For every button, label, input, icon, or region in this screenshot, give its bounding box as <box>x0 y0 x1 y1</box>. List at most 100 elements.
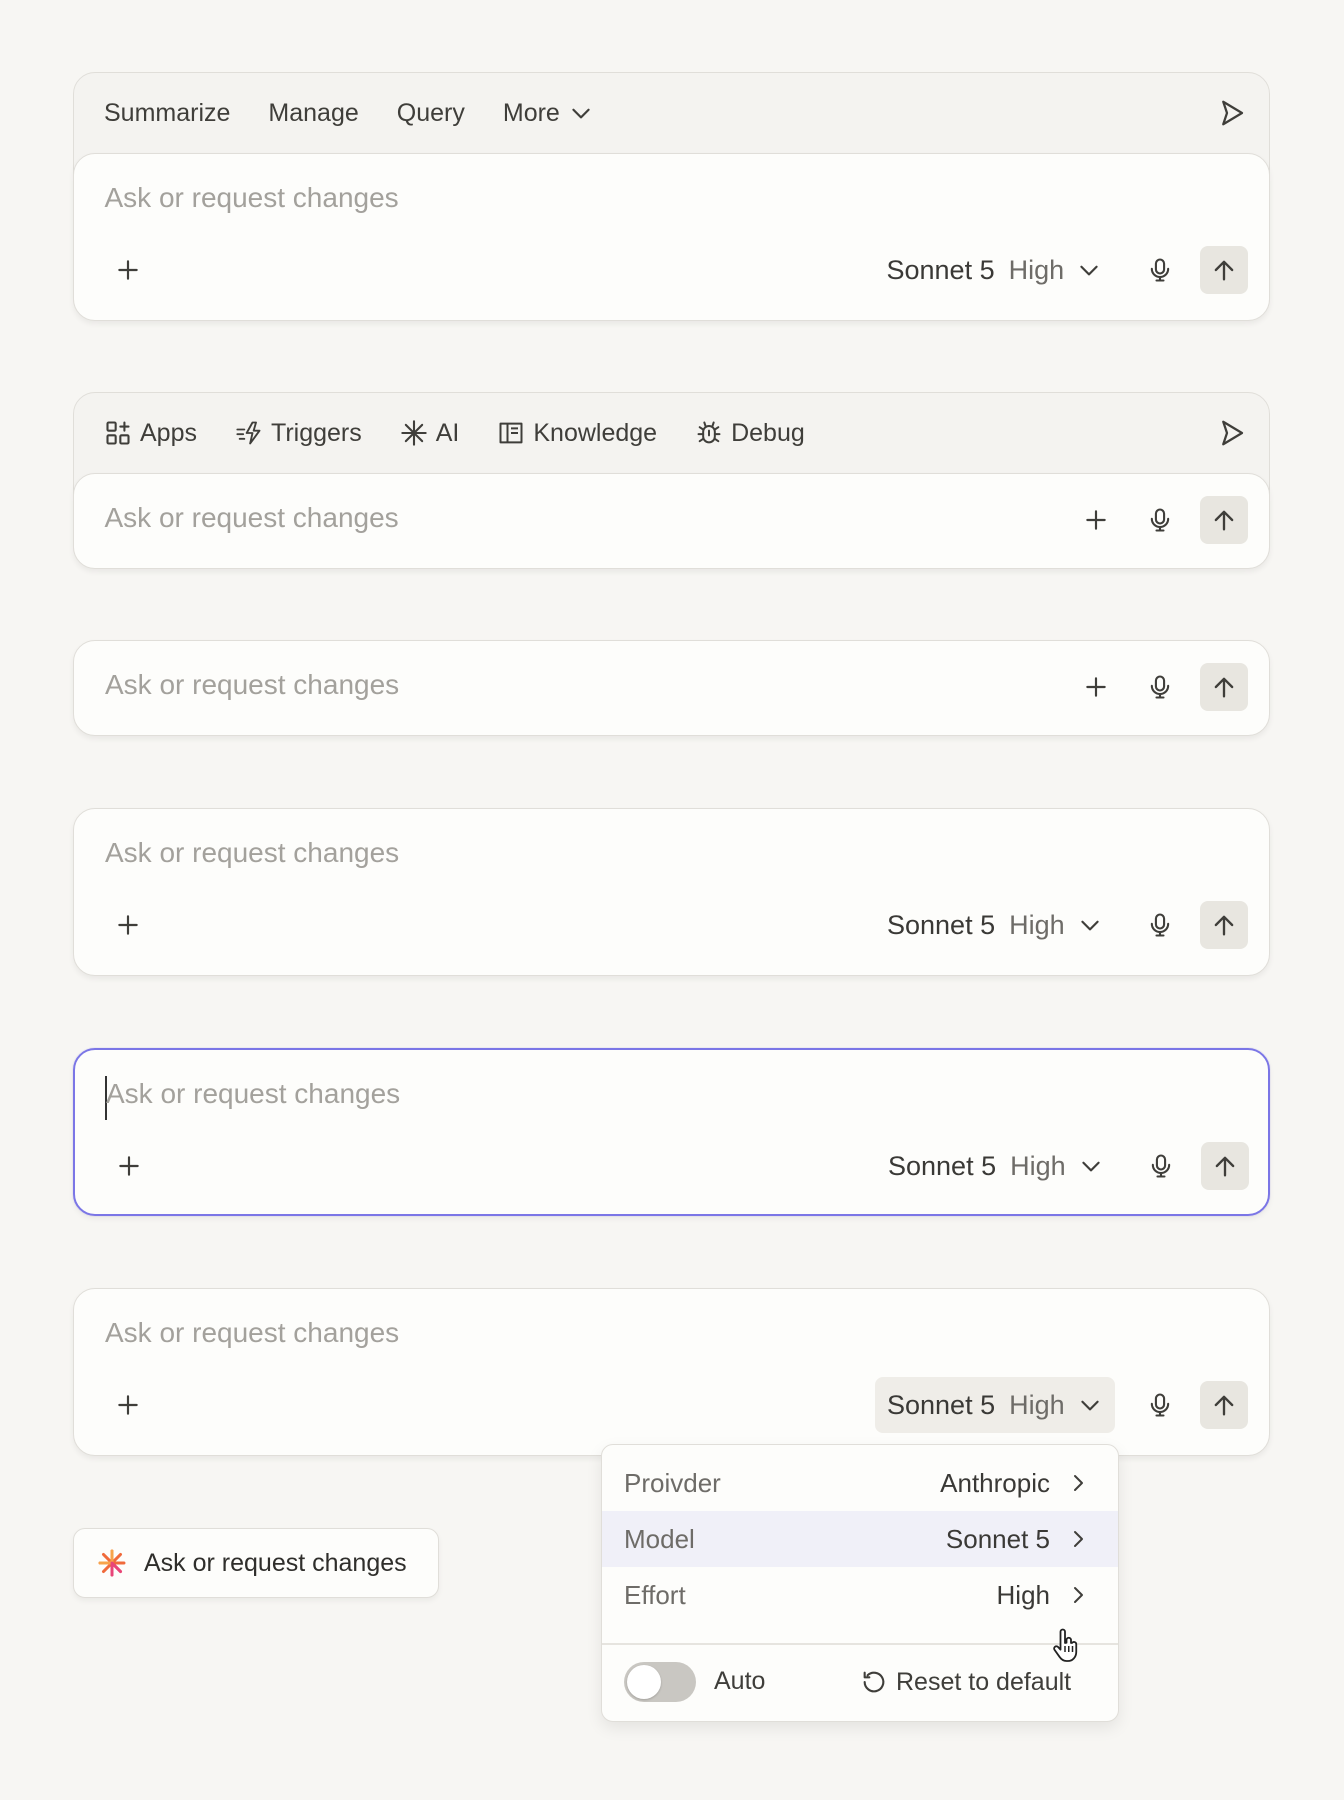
send-button[interactable] <box>1200 1381 1248 1429</box>
actions-toolbar: Summarize Manage Query More <box>104 73 640 153</box>
add-button[interactable] <box>1072 496 1120 544</box>
microphone-icon <box>1146 911 1174 939</box>
manage-label: Manage <box>268 98 359 127</box>
plus-icon <box>115 1392 141 1418</box>
send-button[interactable] <box>1199 496 1248 544</box>
arrow-up-icon <box>1210 506 1238 534</box>
plus-icon <box>115 257 141 283</box>
microphone-icon <box>1147 1152 1175 1180</box>
ai-label: AI <box>435 418 460 447</box>
run-icon[interactable] <box>1217 98 1247 128</box>
effort-level: High <box>1009 909 1065 940</box>
model-selector[interactable]: Sonnet 5 High <box>876 1138 1116 1194</box>
chevron-down-icon <box>1076 257 1102 283</box>
apps-button[interactable]: Apps <box>104 413 197 453</box>
add-button[interactable] <box>104 246 152 294</box>
menu-divider <box>602 1643 1118 1645</box>
effort-level: High <box>1010 1150 1066 1181</box>
menu-item-model[interactable]: Model Sonnet 5 <box>602 1511 1118 1567</box>
mic-button[interactable] <box>1137 1142 1185 1190</box>
add-button[interactable] <box>104 1381 152 1429</box>
knowledge-button[interactable]: Knowledge <box>497 413 657 453</box>
plus-icon <box>115 912 141 938</box>
mic-button[interactable] <box>1136 246 1184 294</box>
microphone-icon <box>1146 256 1174 284</box>
add-button[interactable] <box>104 901 152 949</box>
prompt-input[interactable]: Ask or request changes <box>106 1078 400 1110</box>
prompt-input[interactable]: Ask or request changes <box>105 182 399 214</box>
send-button[interactable] <box>1201 1142 1249 1190</box>
sparkle-icon <box>401 420 427 446</box>
chevron-down-icon <box>568 100 594 126</box>
prompt-input[interactable]: Ask or request changes <box>105 502 399 534</box>
manage-button[interactable]: Manage <box>268 93 358 133</box>
prompt-input[interactable]: Ask or request changes <box>105 837 399 869</box>
run-icon[interactable] <box>1217 418 1247 448</box>
auto-toggle[interactable] <box>624 1662 696 1702</box>
ai-button[interactable]: AI <box>400 413 460 453</box>
apps-icon <box>106 421 130 445</box>
plus-icon <box>1083 674 1109 700</box>
arrow-up-icon <box>1210 1391 1238 1419</box>
reset-button[interactable]: Reset to default <box>860 1663 1071 1701</box>
mic-button[interactable] <box>1136 901 1184 949</box>
book-icon <box>499 422 523 444</box>
mic-button[interactable] <box>1136 663 1184 711</box>
send-button[interactable] <box>1199 246 1248 294</box>
menu-item-label: Model <box>624 1523 695 1554</box>
arrow-up-icon <box>1210 673 1238 701</box>
prompt-box: Ask or request changes Sonnet 5 High <box>72 153 1270 321</box>
query-label: Query <box>396 98 465 127</box>
menu-item-label: Proivder <box>624 1467 721 1498</box>
model-settings-menu: Proivder Anthropic Model Sonnet 5 Effort… <box>601 1444 1119 1722</box>
chevron-down-icon <box>1077 1392 1103 1418</box>
reset-icon <box>863 1671 885 1693</box>
model-name: Sonnet 5 <box>888 1150 997 1181</box>
model-name: Sonnet 5 <box>886 254 995 285</box>
summarize-button[interactable]: Summarize <box>104 93 230 133</box>
chevron-down-icon <box>1077 912 1103 938</box>
prompt-input[interactable]: Ask or request changes <box>105 1317 399 1349</box>
chevron-right-icon <box>1066 1471 1090 1495</box>
more-label: More <box>502 98 560 127</box>
debug-button[interactable]: Debug <box>695 413 805 453</box>
add-button[interactable] <box>1072 663 1120 711</box>
chevron-right-icon <box>1066 1583 1090 1607</box>
sparkle-icon <box>98 1549 126 1577</box>
more-dropdown[interactable]: More <box>503 93 602 133</box>
prompt-box-menu-open: Ask or request changes Sonnet 5 High <box>73 1288 1270 1456</box>
chevron-right-icon <box>1066 1527 1090 1551</box>
effort-level: High <box>1008 254 1065 285</box>
menu-item-label: Effort <box>624 1579 686 1610</box>
mic-button[interactable] <box>1136 496 1184 544</box>
model-name: Sonnet 5 <box>887 909 996 940</box>
debug-label: Debug <box>731 418 805 447</box>
model-name: Sonnet 5 <box>887 1389 996 1420</box>
knowledge-label: Knowledge <box>533 418 658 447</box>
model-selector[interactable]: Sonnet 5 High <box>875 242 1115 298</box>
plus-icon <box>1083 507 1109 533</box>
prompt-box: Ask or request changes <box>72 473 1270 569</box>
ask-pill-button[interactable]: Ask or request changes <box>73 1528 439 1598</box>
menu-item-effort[interactable]: Effort High <box>602 1567 1118 1623</box>
menu-item-value: High <box>996 1579 1050 1610</box>
reset-label: Reset to default <box>896 1667 1072 1696</box>
model-selector[interactable]: Sonnet 5 High <box>875 897 1115 953</box>
hand-cursor-icon <box>1053 1628 1078 1662</box>
menu-item-provider[interactable]: Proivder Anthropic <box>602 1455 1118 1511</box>
add-button[interactable] <box>105 1142 153 1190</box>
effort-level: High <box>1009 1389 1065 1420</box>
triggers-button[interactable]: Triggers <box>235 413 362 453</box>
send-button[interactable] <box>1200 663 1248 711</box>
query-button[interactable]: Query <box>397 93 465 133</box>
menu-item-value: Sonnet 5 <box>945 1523 1050 1554</box>
auto-label: Auto <box>714 1667 766 1695</box>
mic-button[interactable] <box>1136 1381 1184 1429</box>
composer-with-tools: Apps Triggers AI Knowledge Debug Ask or … <box>72 392 1270 569</box>
prompt-input[interactable]: Ask or request changes <box>105 669 399 701</box>
model-selector[interactable]: Sonnet 5 High <box>875 1377 1115 1433</box>
triggers-label: Triggers <box>270 418 362 447</box>
prompt-box-compact: Ask or request changes <box>73 640 1270 736</box>
composer-with-actions: Summarize Manage Query More Ask or reque… <box>72 72 1270 321</box>
send-button[interactable] <box>1200 901 1248 949</box>
